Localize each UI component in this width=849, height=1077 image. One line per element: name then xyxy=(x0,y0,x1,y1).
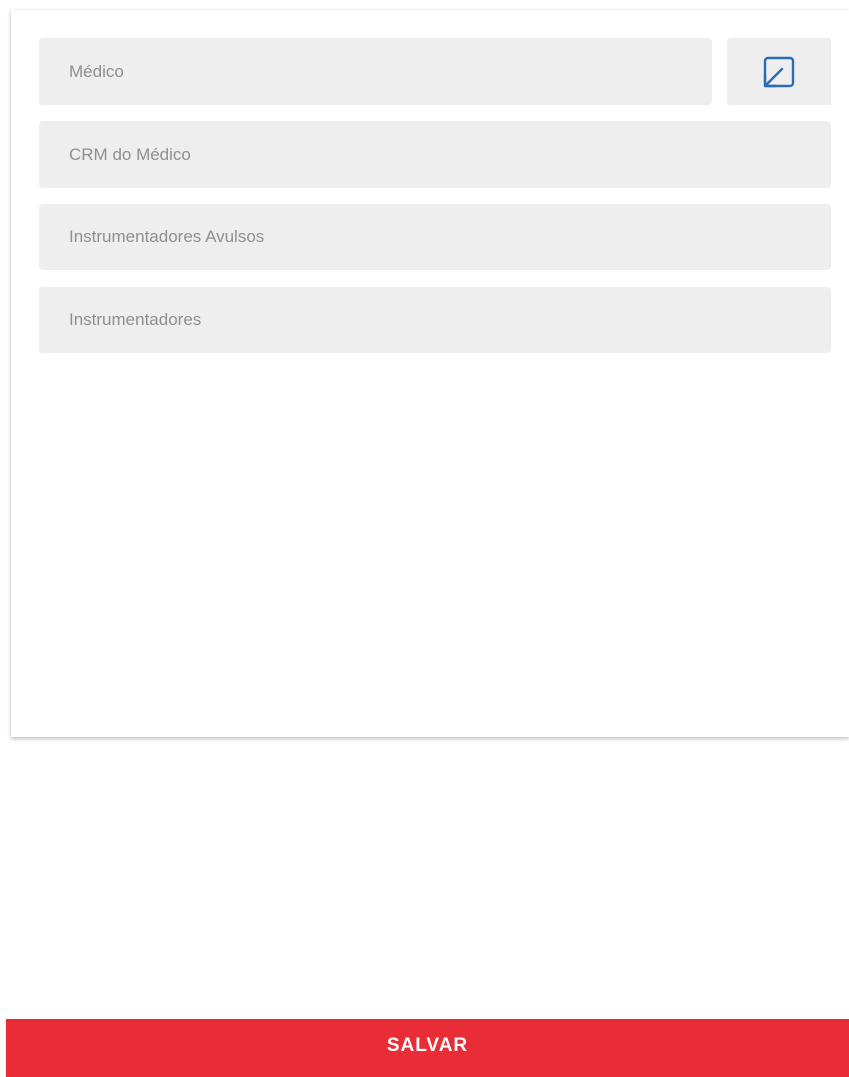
instrumentadores-placeholder: Instrumentadores xyxy=(69,310,202,329)
form-card: Médico CRM do Médico Instrumentadores Av… xyxy=(11,10,849,737)
crm-field[interactable]: CRM do Médico xyxy=(39,121,831,188)
expand-button[interactable] xyxy=(727,38,831,105)
crm-field-placeholder: CRM do Médico xyxy=(69,144,191,164)
medico-field[interactable]: Médico xyxy=(39,38,712,105)
expand-to-corner-icon xyxy=(762,55,796,89)
save-button[interactable]: SALVAR xyxy=(6,1019,849,1077)
medico-field-placeholder: Médico xyxy=(69,61,124,81)
page: Médico CRM do Médico Instrumentadores Av… xyxy=(0,0,849,1077)
instrumentadores-field[interactable]: Instrumentadores xyxy=(39,287,831,353)
instrumentadores-avulsos-placeholder: Instrumentadores Avulsos xyxy=(69,227,265,246)
instrumentadores-avulsos-field[interactable]: Instrumentadores Avulsos xyxy=(39,204,831,270)
